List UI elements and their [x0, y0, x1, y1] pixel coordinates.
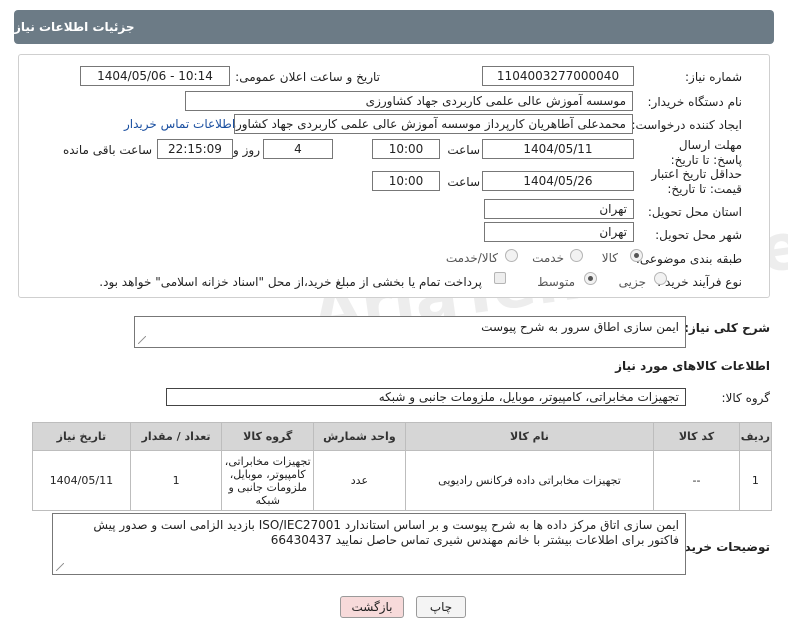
col-code: کد کالا [653, 422, 740, 451]
goods-group-field: تجهیزات مخابراتی، کامپیوتر، موبایل، ملزو… [166, 388, 686, 406]
print-button[interactable]: چاپ [416, 596, 466, 618]
category-radio-goods[interactable] [630, 249, 643, 262]
buyer-contact-link[interactable]: اطلاعات تماس خریدار [124, 117, 235, 131]
buyer-org-field: موسسه آموزش عالی علمی کاربردی جهاد کشاور… [185, 91, 633, 111]
purchase-process-label: نوع فرآیند خرید : [657, 275, 742, 289]
col-row: ردیف [738, 422, 773, 451]
table-row: 1 -- تجهیزات مخابراتی داده فرکانس رادیوی… [32, 450, 773, 511]
category-radio-goods-service[interactable] [505, 249, 518, 262]
cell-qty: 1 [129, 450, 223, 511]
remaining-time-label: ساعت باقی مانده [62, 143, 152, 157]
reply-deadline-time: 10:00 [372, 139, 440, 159]
col-name: نام کالا [404, 422, 655, 451]
creator-field: محمدعلی آطاهریان کارپرداز موسسه آموزش عا… [234, 114, 633, 134]
need-number-field: 1104003277000040 [482, 66, 634, 86]
announce-datetime-label: تاریخ و ساعت اعلان عمومی: [235, 70, 380, 84]
delivery-city-label: شهر محل تحویل: [655, 228, 742, 242]
category-radio-service[interactable] [570, 249, 583, 262]
cell-group: تجهیزات مخابراتی، کامپیوتر، موبایل، ملزو… [221, 450, 315, 511]
reply-days-label: روز و [233, 143, 260, 157]
category-option-goods: کالا [601, 251, 618, 265]
buyer-org-label: نام دستگاه خریدار: [647, 95, 743, 109]
cell-name: تجهیزات مخابراتی داده فرکانس رادیویی [404, 450, 655, 511]
treasury-note: پرداخت تمام یا بخشی از مبلغ خرید،از محل … [99, 275, 482, 289]
cell-date: 1404/05/11 [32, 450, 131, 511]
goods-table: ردیف کد کالا نام کالا واحد شمارش گروه کا… [32, 422, 773, 511]
col-qty: تعداد / مقدار [129, 422, 223, 451]
process-radio-medium[interactable] [584, 272, 597, 285]
process-option-minor: جزیی [618, 275, 646, 289]
category-label: طبقه بندی موضوعی: [635, 252, 742, 266]
col-group: گروه کالا [221, 422, 315, 451]
summary-label: شرح کلی نیاز: [684, 321, 770, 335]
delivery-province-label: استان محل تحویل: [647, 205, 742, 219]
goods-group-label: گروه کالا: [721, 391, 771, 405]
reply-time-label: ساعت [447, 143, 480, 157]
cell-code: -- [653, 450, 740, 511]
process-option-medium: متوسط [537, 275, 575, 289]
col-date: تاریخ نیاز [32, 422, 131, 451]
price-validity-label: حداقل تاریخ اعتبار قیمت: تا تاریخ: [651, 167, 742, 196]
category-option-service: خدمت [532, 251, 564, 265]
category-option-goods-service: کالا/خدمت [445, 251, 498, 265]
need-number-label: شماره نیاز: [685, 70, 742, 84]
buyer-notes-textarea[interactable]: ایمن سازی اتاق مرکز داده ها به شرح پیوست… [52, 513, 686, 575]
col-unit: واحد شمارش [313, 422, 406, 451]
page-header: جزئیات اطلاعات نیاز [14, 10, 774, 44]
announce-datetime-field: 1404/05/06 - 10:14 [80, 66, 230, 86]
back-button[interactable]: بازگشت [340, 596, 404, 618]
page-title: جزئیات اطلاعات نیاز [14, 20, 135, 34]
price-validity-date: 1404/05/26 [482, 171, 634, 191]
delivery-city-field: تهران [484, 222, 634, 242]
price-validity-time-label: ساعت [447, 175, 480, 189]
cell-unit: عدد [313, 450, 406, 511]
goods-section-title: اطلاعات کالاهای مورد نیاز [615, 359, 770, 373]
cell-row: 1 [738, 450, 773, 511]
price-validity-time: 10:00 [372, 171, 440, 191]
treasury-checkbox[interactable] [494, 272, 506, 284]
delivery-province-field: تهران [484, 199, 634, 219]
creator-label: ایجاد کننده درخواست: [631, 118, 742, 132]
reply-days-field: 4 [263, 139, 333, 159]
reply-deadline-label: مهلت ارسال پاسخ: تا تاریخ: [670, 138, 742, 167]
summary-textarea[interactable]: ایمن سازی اطاق سرور به شرح پیوست [134, 316, 686, 348]
goods-table-header: ردیف کد کالا نام کالا واحد شمارش گروه کا… [32, 422, 773, 451]
remaining-time-field: 22:15:09 [157, 139, 233, 159]
reply-deadline-date: 1404/05/11 [482, 139, 634, 159]
process-radio-minor[interactable] [654, 272, 667, 285]
